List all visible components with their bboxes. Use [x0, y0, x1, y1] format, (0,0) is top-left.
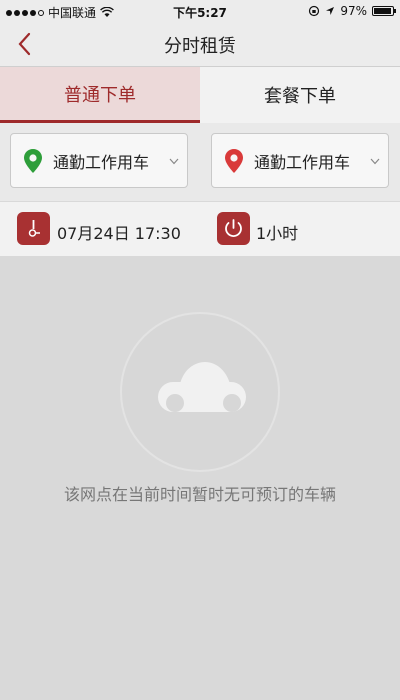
duration-button[interactable] — [217, 212, 250, 245]
navigation-bar: 分时租赁 — [0, 22, 400, 67]
tab-regular-order[interactable]: 普通下单 — [0, 67, 200, 123]
chevron-down-icon — [169, 158, 179, 164]
location-arrow-icon — [326, 7, 335, 15]
battery-percent: 97% — [340, 4, 367, 18]
location-pin-icon — [225, 148, 243, 173]
return-location-label: 通勤工作用车 — [254, 152, 351, 172]
battery-icon — [372, 6, 396, 16]
car-placeholder-circle — [120, 312, 280, 472]
return-location-select[interactable]: 通勤工作用车 — [211, 133, 389, 188]
clock-start-icon — [28, 220, 40, 237]
empty-state: 该网点在当前时间暂时无可预订的车辆 — [0, 256, 400, 700]
location-pin-icon — [24, 148, 42, 173]
start-time-value[interactable]: 07月24日 17:30 — [57, 220, 181, 244]
tab-package-order[interactable]: 套餐下单 — [200, 67, 400, 123]
orientation-lock-icon — [309, 5, 320, 17]
power-icon — [225, 219, 242, 237]
chevron-down-icon — [370, 158, 380, 164]
schedule-row: 07月24日 17:30 1小时 — [0, 202, 400, 256]
pickup-location-label: 通勤工作用车 — [53, 152, 150, 172]
order-type-tabs: 普通下单 套餐下单 — [0, 67, 400, 123]
status-indicators: 97% — [308, 4, 396, 18]
battery-level — [374, 8, 392, 14]
page-title: 分时租赁 — [164, 36, 236, 57]
start-time-button[interactable] — [17, 212, 50, 245]
car-icon — [158, 362, 246, 412]
location-selectors: 通勤工作用车 通勤工作用车 — [0, 123, 400, 201]
pickup-location-select[interactable]: 通勤工作用车 — [10, 133, 188, 188]
duration-value[interactable]: 1小时 — [256, 220, 298, 244]
empty-state-message: 该网点在当前时间暂时无可预订的车辆 — [63, 485, 336, 504]
status-bar: 中国联通 下午5:27 97% — [0, 0, 400, 22]
